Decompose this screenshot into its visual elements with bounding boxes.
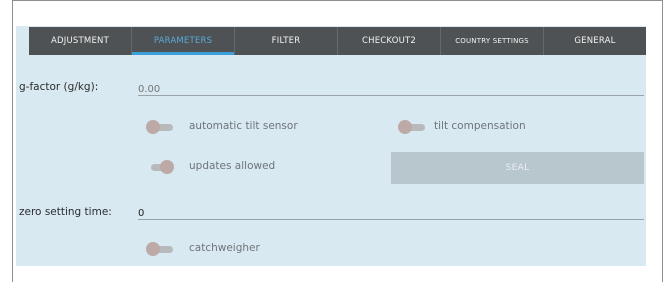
catchweigher-toggle[interactable] [146, 242, 176, 256]
toggle-knob [146, 120, 160, 134]
updates-allowed-label: updates allowed [189, 160, 276, 172]
tilt-compensation-label: tilt compensation [434, 120, 526, 132]
gfactor-label: g-factor (g/kg): [19, 81, 99, 93]
tab-adjustment[interactable]: ADJUSTMENT [29, 27, 132, 55]
parameters-panel [16, 26, 646, 266]
zero-setting-time-label: zero setting time: [19, 206, 112, 218]
tab-filter[interactable]: FILTER [235, 27, 338, 55]
tilt-compensation-toggle[interactable] [398, 120, 428, 134]
catchweigher-label: catchweigher [189, 242, 260, 254]
seal-button[interactable]: SEAL [391, 152, 644, 184]
updates-allowed-toggle[interactable] [146, 160, 176, 174]
auto-tilt-toggle[interactable] [146, 120, 176, 134]
toggle-knob [160, 160, 174, 174]
toggle-knob [398, 120, 412, 134]
tab-parameters[interactable]: PARAMETERS [132, 27, 235, 55]
tab-checkout2[interactable]: CHECKOUT2 [338, 27, 441, 55]
toggle-knob [146, 242, 160, 256]
tab-country-settings[interactable]: COUNTRY SETTINGS [441, 27, 544, 55]
tab-bar: ADJUSTMENT PARAMETERS FILTER CHECKOUT2 C… [29, 27, 646, 55]
auto-tilt-label: automatic tilt sensor [189, 120, 298, 132]
zero-setting-time-input[interactable] [138, 204, 644, 223]
zero-setting-time-field-wrap [138, 201, 644, 223]
gfactor-field-wrap [138, 77, 644, 99]
tab-general[interactable]: GENERAL [544, 27, 646, 55]
gfactor-input[interactable] [138, 80, 644, 99]
